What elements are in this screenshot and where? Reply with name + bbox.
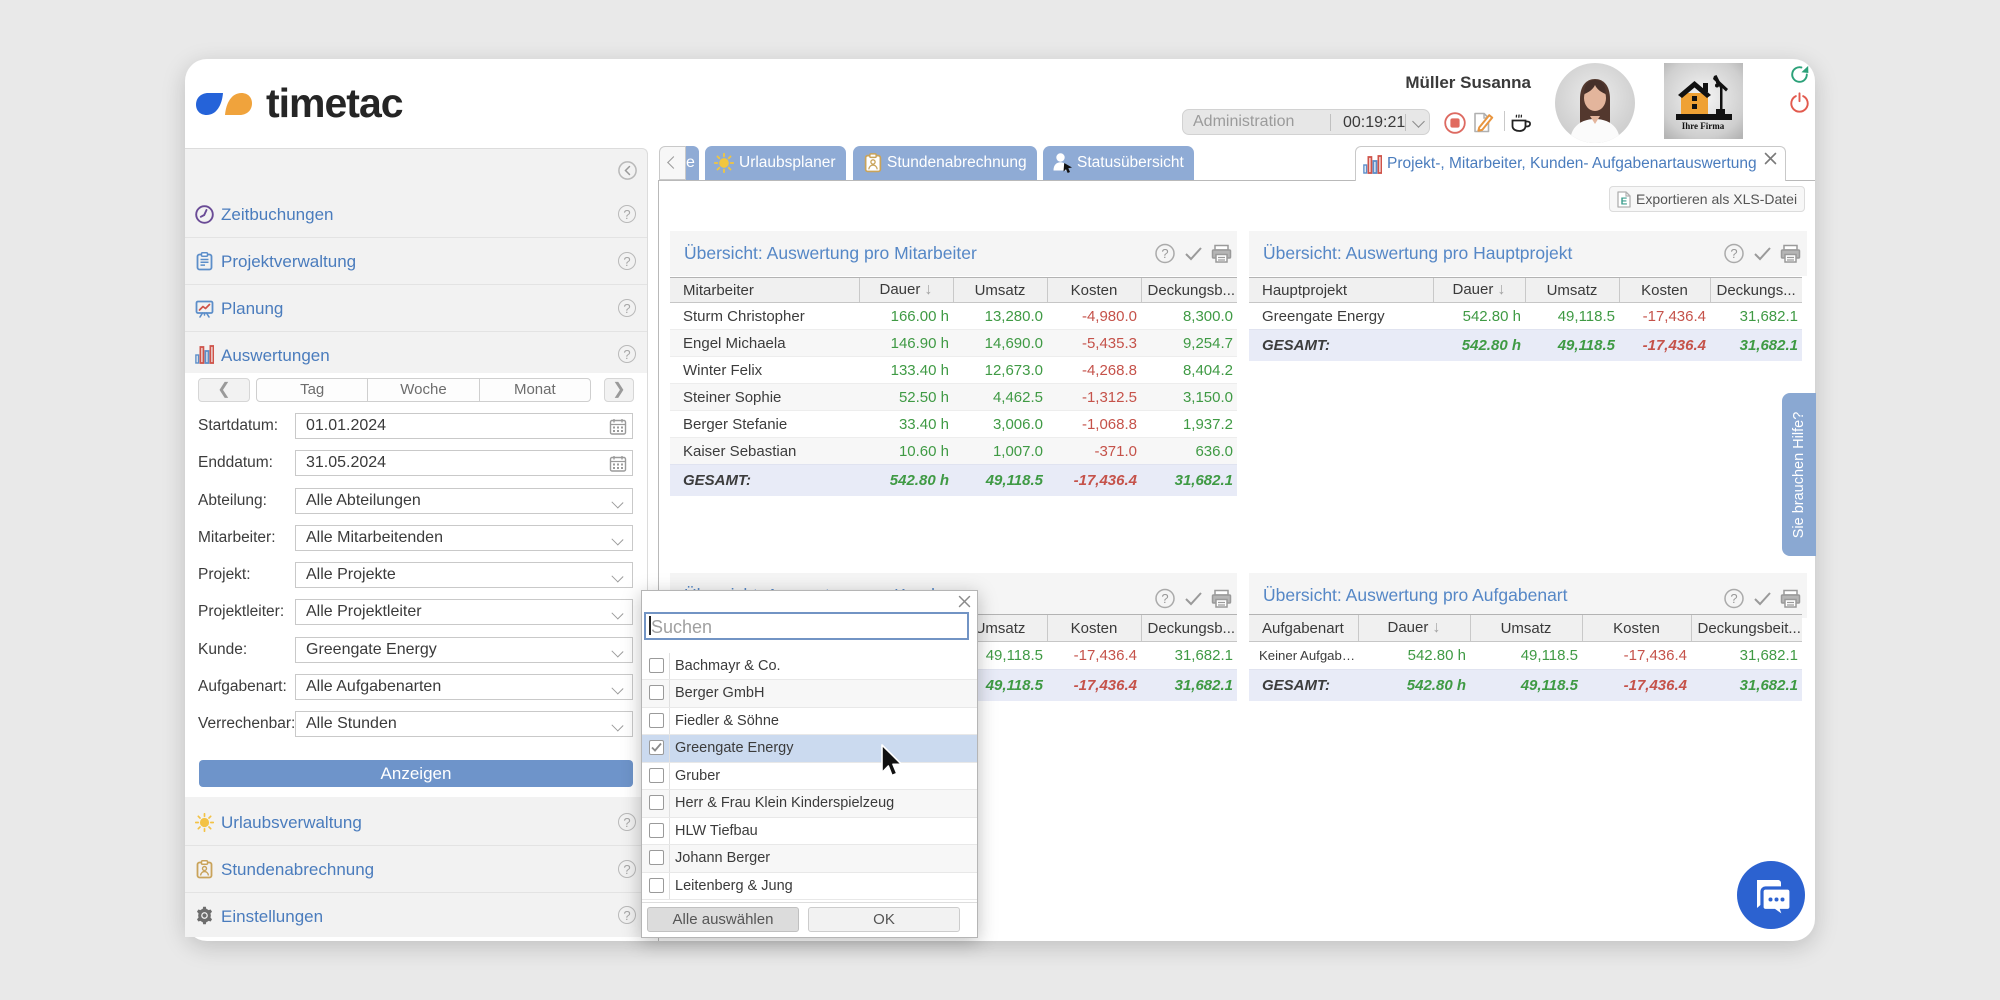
svg-text:?: ? xyxy=(1161,246,1168,261)
svg-text:E: E xyxy=(1621,197,1628,208)
svg-text:?: ? xyxy=(1730,591,1737,606)
svg-text:?: ? xyxy=(1730,246,1737,261)
svg-text:?: ? xyxy=(1161,591,1168,606)
svg-text:Ihre Firma: Ihre Firma xyxy=(1682,121,1725,131)
